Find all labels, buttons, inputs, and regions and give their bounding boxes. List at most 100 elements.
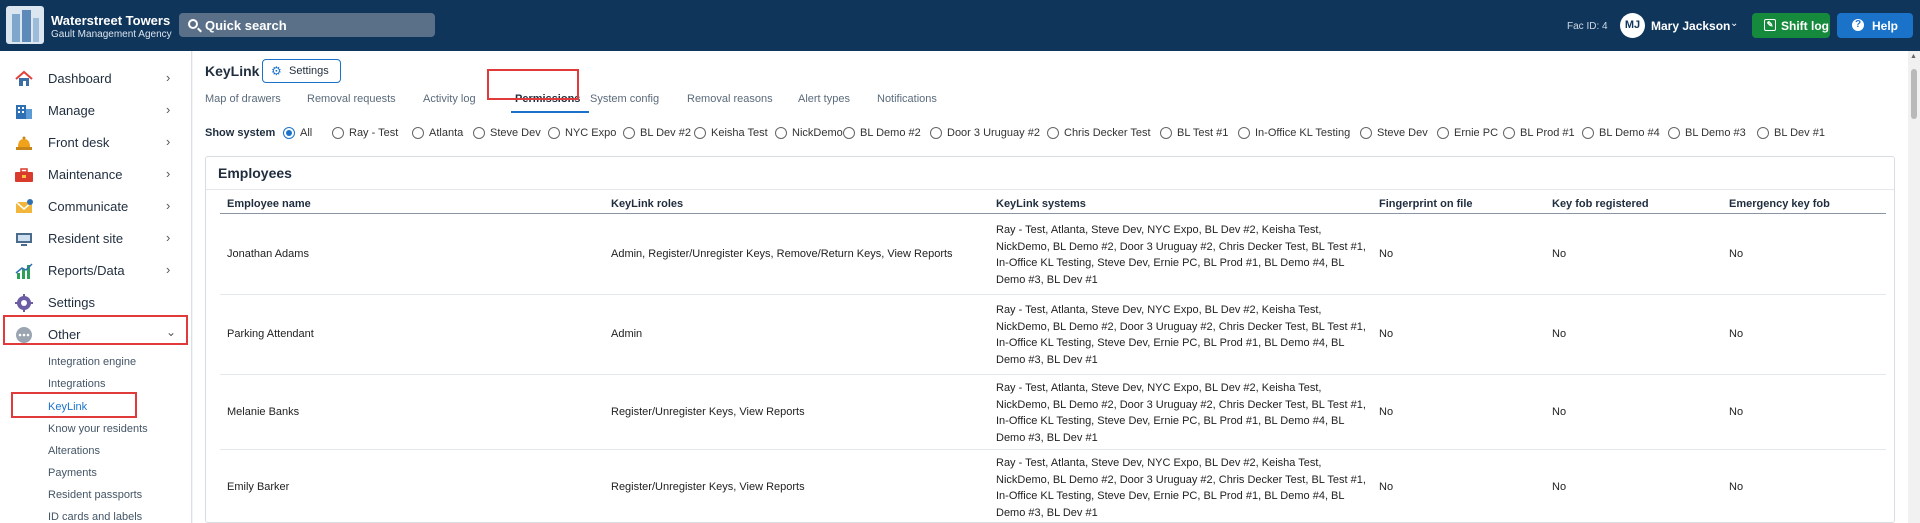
agency-name: Gault Management Agency — [51, 29, 172, 40]
employee-name[interactable]: Parking Attendant — [227, 328, 314, 340]
table-row[interactable]: Melanie Banks Register/Unregister Keys, … — [220, 375, 1886, 450]
search-input[interactable] — [205, 15, 425, 35]
monitor-icon — [16, 233, 32, 246]
subitem-payments[interactable]: Payments — [48, 467, 97, 479]
employee-name[interactable]: Emily Barker — [227, 481, 289, 493]
sidebar-item-maintenance[interactable]: Maintenance › — [0, 158, 192, 190]
home-icon — [15, 70, 33, 86]
subitem-know-your-residents[interactable]: Know your residents — [48, 423, 148, 435]
chevron-right-icon: › — [166, 102, 171, 117]
sidebar: Dashboard › Manage › Front desk › Mainte… — [0, 51, 192, 523]
user-name[interactable]: Mary Jackson — [1651, 19, 1730, 33]
property-name: Waterstreet Towers — [51, 13, 171, 28]
employees-title: Employees — [218, 165, 292, 181]
tab-activity-log[interactable]: Activity log — [423, 93, 476, 105]
emergency-key-fob-value: No — [1729, 328, 1744, 340]
facility-id: Fac ID: 4 — [1567, 21, 1608, 32]
chevron-right-icon: › — [166, 134, 171, 149]
table-row[interactable]: Emily Barker Register/Unregister Keys, V… — [220, 450, 1886, 522]
keylink-roles: Admin — [611, 328, 643, 340]
col-fingerprint[interactable]: Fingerprint on file — [1379, 198, 1473, 210]
tab-removal-requests[interactable]: Removal requests — [307, 93, 396, 105]
chevron-right-icon: › — [166, 262, 171, 277]
keylink-systems: Ray - Test, Atlanta, Steve Dev, NYC Expo… — [996, 304, 1366, 366]
key-fob-value: No — [1552, 406, 1567, 418]
sidebar-item-resident-site[interactable]: Resident site › — [0, 222, 192, 254]
employee-name[interactable]: Jonathan Adams — [227, 248, 309, 260]
keylink-systems: Ray - Test, Atlanta, Steve Dev, NYC Expo… — [996, 457, 1366, 519]
keylink-roles: Register/Unregister Keys, View Reports — [611, 481, 805, 493]
table-header: Employee name KeyLink roles KeyLink syst… — [220, 194, 1886, 214]
chart-icon — [15, 263, 33, 279]
col-keylink-systems[interactable]: KeyLink systems — [996, 198, 1086, 210]
table-row[interactable]: Jonathan Adams Admin, Register/Unregiste… — [220, 215, 1886, 295]
chevron-right-icon: › — [166, 198, 171, 213]
keylink-settings-button[interactable]: ⚙ Settings — [262, 59, 341, 83]
chevron-down-icon[interactable]: ⌄ — [1730, 18, 1738, 29]
fingerprint-value: No — [1379, 248, 1394, 260]
toolbox-icon — [15, 168, 33, 182]
envelope-icon — [15, 199, 33, 213]
keylink-systems: Ray - Test, Atlanta, Steve Dev, NYC Expo… — [996, 382, 1366, 444]
tab-removal-reasons[interactable]: Removal reasons — [687, 93, 773, 105]
key-fob-value: No — [1552, 328, 1567, 340]
chevron-right-icon: › — [166, 166, 171, 181]
help-icon: ? — [1852, 19, 1864, 31]
fingerprint-value: No — [1379, 328, 1394, 340]
active-tab-indicator — [511, 111, 589, 113]
fingerprint-value: No — [1379, 406, 1394, 418]
sidebar-item-front-desk[interactable]: Front desk › — [0, 126, 192, 158]
keylink-systems: Ray - Test, Atlanta, Steve Dev, NYC Expo… — [996, 224, 1366, 286]
col-emergency-key-fob[interactable]: Emergency key fob — [1729, 198, 1830, 210]
emergency-key-fob-value: No — [1729, 406, 1744, 418]
scrollbar-thumb[interactable] — [1911, 69, 1917, 119]
tab-permissions[interactable]: Permissions — [515, 93, 580, 105]
bell-icon — [16, 136, 32, 150]
col-keylink-roles[interactable]: KeyLink roles — [611, 198, 683, 210]
edit-icon: ✎ — [1764, 19, 1776, 31]
sidebar-item-settings[interactable]: Settings — [0, 286, 192, 318]
tab-map-of-drawers[interactable]: Map of drawers — [205, 93, 281, 105]
employee-name[interactable]: Melanie Banks — [227, 406, 299, 418]
filter-label: Show system — [205, 127, 276, 139]
employees-card: Employees Employee name KeyLink roles Ke… — [205, 156, 1895, 523]
system-filter: Show system All Ray - Test Atlanta Steve… — [205, 127, 1825, 139]
subitem-integration-engine[interactable]: Integration engine — [48, 356, 136, 368]
tab-alert-types[interactable]: Alert types — [798, 93, 850, 105]
fingerprint-value: No — [1379, 481, 1394, 493]
more-icon — [16, 327, 32, 343]
tab-bar: Map of drawers Removal requests Activity… — [205, 88, 1905, 113]
sidebar-item-other[interactable]: Other ⌄ — [0, 318, 192, 350]
building-icon — [16, 105, 32, 119]
sidebar-item-communicate[interactable]: Communicate › — [0, 190, 192, 222]
main-content: KeyLink ⚙ Settings Map of drawers Remova… — [193, 51, 1908, 523]
subitem-resident-passports[interactable]: Resident passports — [48, 489, 142, 501]
top-bar: Waterstreet Towers Gault Management Agen… — [0, 0, 1920, 51]
sidebar-item-manage[interactable]: Manage › — [0, 94, 192, 126]
sidebar-item-reports-data[interactable]: Reports/Data › — [0, 254, 192, 286]
key-fob-value: No — [1552, 481, 1567, 493]
scroll-up-icon[interactable]: ▲ — [1910, 53, 1917, 60]
quick-search[interactable] — [179, 13, 435, 37]
col-employee-name[interactable]: Employee name — [227, 198, 311, 210]
key-fob-value: No — [1552, 248, 1567, 260]
avatar[interactable]: MJ — [1620, 13, 1645, 38]
table-row[interactable]: Parking Attendant Admin Ray - Test, Atla… — [220, 295, 1886, 375]
tab-notifications[interactable]: Notifications — [877, 93, 937, 105]
subitem-integrations[interactable]: Integrations — [48, 378, 105, 390]
page-scrollbar[interactable]: ▲ — [1908, 51, 1920, 523]
col-key-fob[interactable]: Key fob registered — [1552, 198, 1649, 210]
sidebar-item-dashboard[interactable]: Dashboard › — [0, 62, 192, 94]
gear-icon — [15, 294, 33, 312]
shift-log-button[interactable]: ✎ Shift log — [1752, 13, 1830, 38]
help-button[interactable]: ? Help — [1837, 13, 1913, 38]
gear-icon: ⚙ — [271, 64, 282, 78]
building-logo-icon[interactable] — [6, 6, 44, 44]
emergency-key-fob-value: No — [1729, 248, 1744, 260]
subitem-id-cards-and-labels[interactable]: ID cards and labels — [48, 511, 142, 523]
chevron-down-icon: ⌄ — [166, 325, 177, 339]
emergency-key-fob-value: No — [1729, 481, 1744, 493]
subitem-alterations[interactable]: Alterations — [48, 445, 100, 457]
subitem-keylink[interactable]: KeyLink — [48, 401, 87, 413]
tab-system-config[interactable]: System config — [590, 93, 659, 105]
